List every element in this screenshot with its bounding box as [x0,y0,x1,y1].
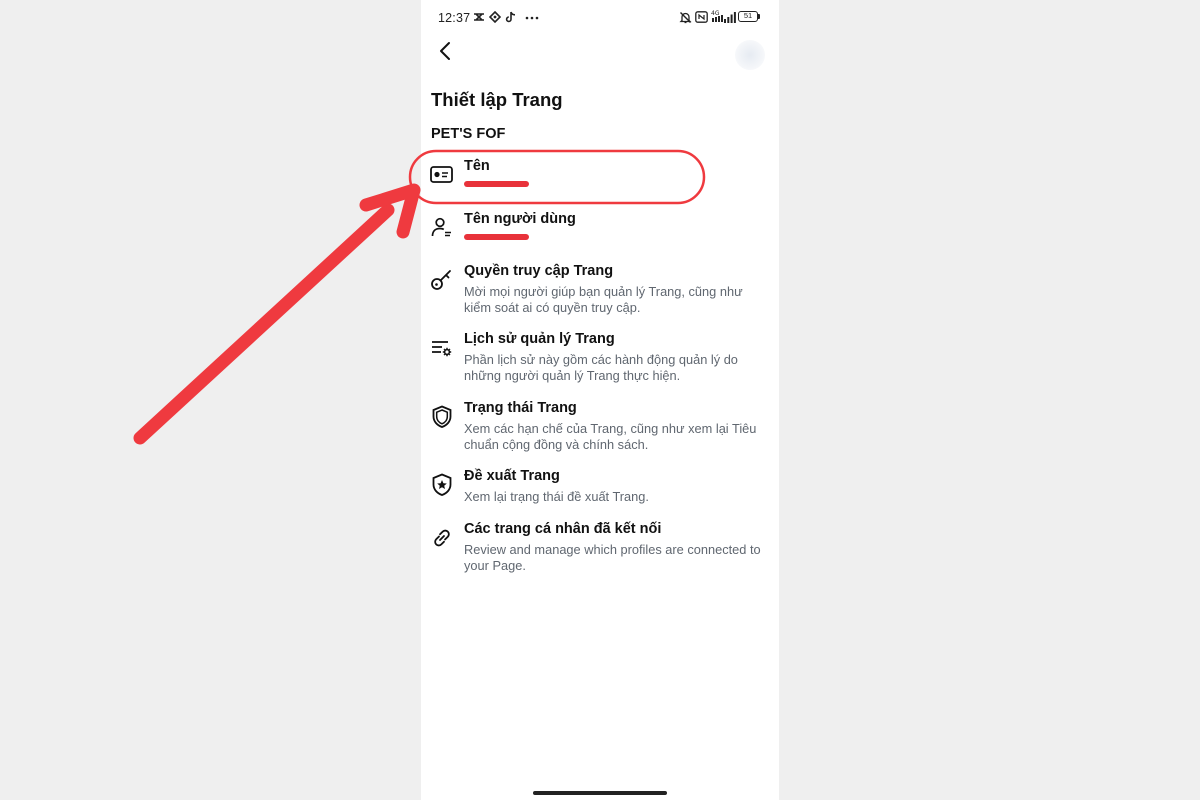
redacted-value [464,181,529,187]
menu-item-description: Xem lại trạng thái đề xuất Trang. [464,489,649,504]
menu-item-name[interactable]: Tên [421,158,779,198]
battery-icon: 51 [738,11,758,22]
svg-text:4G: 4G [711,10,720,17]
link-icon [434,529,450,547]
arrow-icon [133,183,421,445]
menu-item-title: Đề xuất Trang [464,468,560,484]
menu-item-page-status[interactable]: Trạng thái Trang Xem các hạn chế của Tra… [421,400,779,456]
menu-item-title: Tên [464,158,490,174]
menu-item-title: Lịch sử quản lý Trang [464,331,615,347]
menu-item-page-recommendation[interactable]: Đề xuất Trang Xem lại trạng thái đề xuất… [421,468,779,508]
key-icon [431,270,451,290]
tiktok-icon [505,11,516,23]
list-settings-icon [432,341,452,357]
menu-item-connected-profiles[interactable]: Các trang cá nhân đã kết nối Review and … [421,521,779,577]
menu-item-description: Mời mọi người giúp bạn quản lý Trang, cũ… [464,284,743,315]
menu-item-title: Tên người dùng [464,211,576,227]
location-icon [489,11,501,23]
home-indicator[interactable] [533,791,667,795]
menu-item-description: Xem các hạn chế của Trang, cũng như xem … [464,421,757,452]
capcut-icon [474,13,484,21]
shield-star-icon [432,473,452,496]
avatar[interactable] [735,40,765,70]
menu-item-description: Phần lịch sử này gồm các hành động quản … [464,352,738,383]
user-icon [431,217,451,237]
more-dots-icon [525,16,539,20]
mute-bell-icon [679,12,692,24]
signal-4g-icon: 4G [711,10,723,22]
id-card-icon [430,166,453,183]
nfc-icon [695,11,708,23]
menu-item-management-history[interactable]: Lịch sử quản lý Trang Phần lịch sử này g… [421,331,779,387]
menu-item-title: Trạng thái Trang [464,400,577,416]
chevron-left-icon [440,42,450,60]
status-bar: 12:37 4G 51 [421,0,779,34]
redacted-value [464,234,529,240]
battery-level: 51 [743,11,753,20]
status-time: 12:37 [438,11,471,25]
battery-tip [758,14,760,19]
menu-item-page-access[interactable]: Quyền truy cập Trang Mời mọi người giúp … [421,263,779,319]
menu-item-description: Review and manage which profiles are con… [464,542,761,573]
menu-item-title: Các trang cá nhân đã kết nối [464,521,662,537]
menu-item-title: Quyền truy cập Trang [464,263,614,279]
phone-screen: 12:37 4G 51 Thiết lập Trang PET'S FOF Tê… [421,0,779,800]
menu-item-username[interactable]: Tên người dùng [421,211,779,251]
page-name: PET'S FOF [431,126,506,142]
signal-bars-icon [724,12,736,23]
shield-icon [432,405,452,428]
back-button[interactable] [431,36,461,66]
page-title: Thiết lập Trang [431,89,563,110]
